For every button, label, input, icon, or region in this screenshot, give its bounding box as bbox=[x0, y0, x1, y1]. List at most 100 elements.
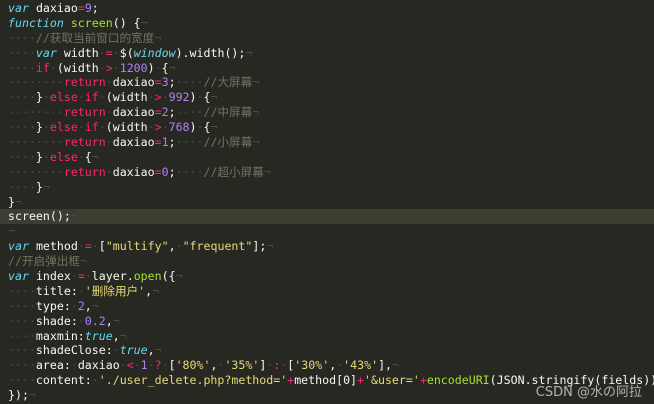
control-keyword-token: return bbox=[63, 75, 106, 90]
code-line[interactable]: ········return·daxiao=1;····//小屏幕¬ bbox=[0, 135, 654, 150]
plain-token: { bbox=[203, 120, 211, 135]
whitespace-marker: ¬ bbox=[70, 209, 78, 224]
code-line[interactable]: ····}·else·if·(width·>·768)·{¬ bbox=[0, 120, 654, 135]
code-line[interactable]: screen();¬ bbox=[0, 209, 654, 225]
code-line[interactable]: ····shade:·0.2,¬ bbox=[0, 314, 654, 329]
code-line[interactable]: var method·=·["multify",·"frequent"];¬ bbox=[0, 239, 654, 254]
whitespace-marker: ¬ bbox=[112, 313, 120, 328]
plain-token: () bbox=[112, 15, 127, 30]
code-line[interactable]: ····}¬ bbox=[0, 180, 654, 195]
code-line[interactable]: ····//获取当前窗口的宽度¬ bbox=[0, 31, 654, 46]
code-line[interactable]: ¬ bbox=[0, 224, 654, 239]
plain-token: daxiao bbox=[77, 358, 120, 373]
plain-token: shadeClose: bbox=[35, 343, 113, 358]
whitespace-marker: · bbox=[91, 373, 99, 388]
code-line[interactable]: ····if·(width·>·1200)·{¬ bbox=[0, 61, 654, 76]
whitespace-marker: ¬ bbox=[392, 358, 400, 373]
plain-token: [ bbox=[98, 239, 106, 254]
code-line[interactable]: ····maxmin:true,¬ bbox=[0, 329, 654, 344]
whitespace-marker: ···· bbox=[8, 373, 36, 388]
whitespace-marker: · bbox=[98, 60, 106, 75]
control-keyword-token: else bbox=[49, 149, 78, 164]
whitespace-marker: ········ bbox=[8, 164, 64, 179]
code-line[interactable]: ········return·daxiao=3;····//大屏幕¬ bbox=[0, 75, 654, 90]
whitespace-marker: · bbox=[112, 45, 120, 60]
code-line[interactable]: //开启弹出框¬ bbox=[0, 254, 654, 269]
whitespace-marker: · bbox=[98, 45, 106, 60]
operator-token: < bbox=[126, 358, 134, 373]
code-line[interactable]: ····var width·=·$(window).width();¬ bbox=[0, 46, 654, 61]
plain-token: { bbox=[133, 15, 141, 30]
number-token: 0.2 bbox=[84, 313, 106, 328]
whitespace-marker: · bbox=[98, 90, 106, 105]
code-line[interactable]: ····}·else·if·(width·>·992)·{¬ bbox=[0, 90, 654, 105]
whitespace-marker: · bbox=[91, 239, 99, 254]
code-line[interactable]: ········return·daxiao=0;····//超小屏幕¬ bbox=[0, 165, 654, 180]
function-token: screen bbox=[70, 15, 113, 30]
comment-token: //中屏幕 bbox=[203, 105, 253, 120]
plain-token: } bbox=[35, 149, 43, 164]
whitespace-marker: ···· bbox=[8, 90, 36, 105]
control-keyword-token: else bbox=[49, 90, 78, 105]
whitespace-marker: ¬ bbox=[154, 30, 162, 45]
code-line[interactable]: function screen() {¬ bbox=[0, 16, 654, 31]
comment-token: //小屏幕 bbox=[203, 135, 253, 150]
plain-token: , bbox=[168, 239, 176, 254]
number-token: 1200 bbox=[119, 60, 148, 75]
operator-token: > bbox=[154, 120, 162, 135]
whitespace-marker: ¬ bbox=[175, 269, 183, 284]
operator-token: ? bbox=[154, 358, 162, 373]
plain-token: , bbox=[105, 313, 113, 328]
string-token: '80%' bbox=[175, 358, 211, 373]
code-line[interactable]: ········return·daxiao=2;····//中屏幕¬ bbox=[0, 105, 654, 120]
code-line[interactable]: var daxiao=9; bbox=[0, 1, 654, 16]
code-editor[interactable]: var daxiao=9; function screen() {¬ ····//获… bbox=[0, 0, 654, 404]
plain-token: daxiao bbox=[112, 105, 155, 120]
whitespace-marker: ···· bbox=[175, 164, 204, 179]
whitespace-marker: · bbox=[119, 358, 127, 373]
whitespace-marker: · bbox=[161, 358, 169, 373]
whitespace-marker: ¬ bbox=[79, 254, 87, 269]
whitespace-marker: · bbox=[112, 60, 120, 75]
whitespace-marker: · bbox=[42, 90, 50, 105]
control-keyword-token: else bbox=[49, 120, 78, 135]
whitespace-marker: ···· bbox=[8, 45, 36, 60]
plain-token: width bbox=[63, 45, 99, 60]
plain-token: screen(); bbox=[8, 209, 71, 224]
function-token: open bbox=[133, 269, 162, 284]
code-line[interactable]: ····area:·daxiao·<·1·?·['80%',·'35%']·:·… bbox=[0, 358, 654, 373]
code-line[interactable]: ····type:·2,¬ bbox=[0, 299, 654, 314]
whitespace-marker: · bbox=[77, 120, 85, 135]
number-token: 1 bbox=[140, 358, 148, 373]
whitespace-marker: · bbox=[42, 149, 50, 164]
code-line[interactable]: ····}·else·{¬ bbox=[0, 150, 654, 165]
plain-token: } bbox=[8, 194, 15, 209]
plain-token: daxiao bbox=[112, 75, 155, 90]
plain-token: type: bbox=[35, 298, 71, 313]
string-token: '&user=' bbox=[364, 373, 420, 388]
whitespace-marker: · bbox=[70, 358, 78, 373]
whitespace-marker: ···· bbox=[8, 179, 36, 194]
whitespace-marker: ········ bbox=[8, 135, 64, 150]
whitespace-marker: · bbox=[105, 135, 113, 150]
plain-token: daxiao bbox=[112, 164, 155, 179]
code-line[interactable]: var index·=·layer.open({¬ bbox=[0, 269, 654, 284]
whitespace-marker: · bbox=[77, 313, 85, 328]
string-token: '30%' bbox=[294, 358, 330, 373]
whitespace-marker: ···· bbox=[8, 120, 36, 135]
operator-token: = bbox=[154, 135, 162, 150]
code-line[interactable]: }¬ bbox=[0, 195, 654, 210]
plain-token: ; bbox=[91, 1, 99, 15]
code-line[interactable]: ····shadeClose:·true,¬ bbox=[0, 343, 654, 358]
control-keyword-token: if bbox=[84, 90, 99, 105]
code-line[interactable]: ····title:·'删除用户',¬ bbox=[0, 284, 654, 299]
whitespace-marker: · bbox=[77, 149, 85, 164]
plain-token: ) bbox=[189, 120, 197, 135]
plain-token: (width bbox=[105, 90, 148, 105]
operator-token: + bbox=[419, 373, 427, 388]
plain-token: shade: bbox=[35, 313, 78, 328]
whitespace-marker: ¬ bbox=[154, 343, 162, 358]
function-token: encodeURI bbox=[426, 373, 490, 388]
